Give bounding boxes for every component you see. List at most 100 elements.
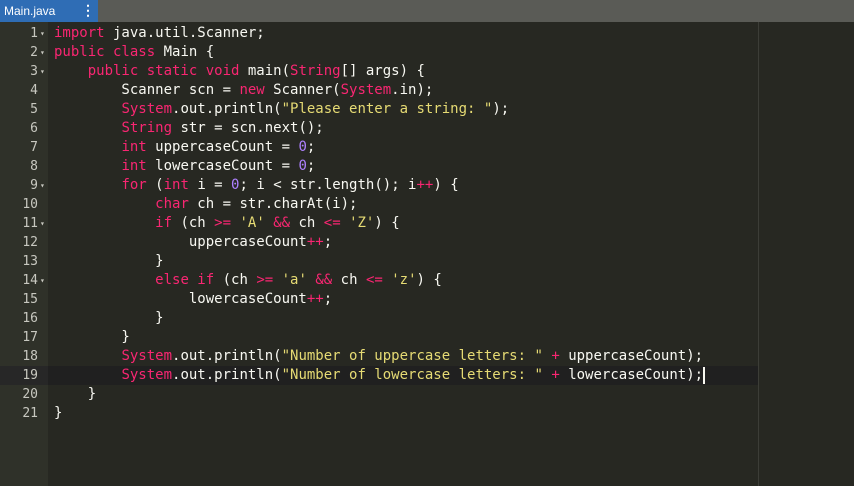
text-cursor	[703, 367, 706, 384]
code-line[interactable]: 6 String str = scn.next();	[0, 119, 854, 138]
code-line[interactable]: 16 }	[0, 309, 854, 328]
code-line[interactable]: 5 System.out.println("Please enter a str…	[0, 100, 854, 119]
line-number: 14 ▾	[0, 271, 48, 290]
code-line[interactable]: 10 char ch = str.charAt(i);	[0, 195, 854, 214]
line-number: 15	[0, 290, 48, 309]
code-token: >=	[214, 215, 232, 231]
code-lines[interactable]: 1 ▾ import java.util.Scanner; 2 ▾ public clas…	[0, 24, 854, 423]
code-line[interactable]: 7 int uppercaseCount = 0;	[0, 138, 854, 157]
code-token: String	[121, 120, 173, 136]
code-text[interactable]: String str = scn.next();	[54, 119, 323, 138]
line-number-text: 9	[30, 178, 38, 193]
code-token: public static void	[87, 63, 240, 79]
code-token: System	[121, 367, 173, 383]
line-number: 4	[0, 81, 48, 100]
code-line[interactable]: 17 }	[0, 328, 854, 347]
code-token: ) {	[374, 215, 400, 231]
code-line[interactable]: 12 uppercaseCount++;	[0, 233, 854, 252]
line-number-text: 14	[22, 273, 38, 288]
code-token: for	[121, 177, 147, 193]
code-line[interactable]: 2 ▾ public class Main {	[0, 43, 854, 62]
code-text[interactable]: else if (ch >= 'a' && ch <= 'z') {	[54, 271, 442, 290]
line-number-text: 16	[22, 311, 38, 326]
code-text[interactable]: int uppercaseCount = 0;	[54, 138, 315, 157]
code-text[interactable]: }	[54, 309, 163, 328]
fold-arrow-icon[interactable]: ▾	[40, 271, 45, 290]
code-token: 'Z'	[349, 215, 375, 231]
code-text[interactable]: lowercaseCount++;	[54, 290, 332, 309]
code-text[interactable]: System.out.println("Number of lowercase …	[54, 366, 706, 385]
code-token: System	[121, 348, 173, 364]
fold-arrow-icon[interactable]: ▾	[40, 43, 45, 62]
code-line[interactable]: 18 System.out.println("Number of upperca…	[0, 347, 854, 366]
code-token: }	[54, 386, 97, 402]
code-token: Scanner scn =	[54, 82, 240, 98]
code-token: .out.println(	[172, 348, 282, 364]
code-token: (ch	[214, 272, 257, 288]
code-token: char	[155, 196, 189, 212]
code-text[interactable]: Scanner scn = new Scanner(System.in);	[54, 81, 433, 100]
code-token: String	[290, 63, 341, 79]
code-token: "Please enter a string: "	[281, 101, 493, 117]
code-text[interactable]: System.out.println("Number of uppercase …	[54, 347, 703, 366]
code-text[interactable]: }	[54, 252, 163, 271]
line-number: 16	[0, 309, 48, 328]
code-line[interactable]: 3 ▾ public static void main(String[] args…	[0, 62, 854, 81]
line-number-text: 8	[30, 159, 38, 174]
code-line[interactable]: 20 }	[0, 385, 854, 404]
code-token: }	[54, 329, 130, 345]
code-text[interactable]: System.out.println("Please enter a strin…	[54, 100, 509, 119]
line-number-text: 4	[30, 83, 38, 98]
fold-arrow-icon[interactable]: ▾	[40, 24, 45, 43]
more-vertical-icon[interactable]: ⋮	[78, 0, 98, 22]
fold-arrow-icon[interactable]: ▾	[40, 214, 45, 233]
code-text[interactable]: if (ch >= 'A' && ch <= 'Z') {	[54, 214, 400, 233]
code-token: import	[54, 25, 105, 41]
code-text[interactable]: }	[54, 404, 62, 423]
code-token: ++	[416, 177, 434, 193]
code-line[interactable]: 1 ▾ import java.util.Scanner;	[0, 24, 854, 43]
code-line[interactable]: 9 ▾ for (int i = 0; i < str.length(); i++…	[0, 176, 854, 195]
code-token: (ch	[172, 215, 215, 231]
code-line[interactable]: 19 System.out.println("Number of lowerca…	[0, 366, 854, 385]
code-token: uppercaseCount);	[559, 348, 704, 364]
fold-arrow-icon[interactable]: ▾	[40, 176, 45, 195]
code-line[interactable]: 15 lowercaseCount++;	[0, 290, 854, 309]
code-token: 0	[298, 139, 307, 155]
code-text[interactable]: public static void main(String[] args) {	[54, 62, 425, 81]
code-line[interactable]: 21}	[0, 404, 854, 423]
code-token: lowercaseCount =	[146, 158, 299, 174]
code-token: );	[492, 101, 510, 117]
code-line[interactable]: 14 ▾ else if (ch >= 'a' && ch <= 'z') {	[0, 271, 854, 290]
code-token: 0	[298, 158, 307, 174]
fold-arrow-icon[interactable]: ▾	[40, 62, 45, 81]
line-number-text: 1	[30, 26, 38, 41]
code-token: ch	[332, 272, 366, 288]
code-text[interactable]: }	[54, 328, 130, 347]
code-token: ch = str.charAt(i);	[188, 196, 358, 212]
code-text[interactable]: int lowercaseCount = 0;	[54, 157, 315, 176]
code-line[interactable]: 13 }	[0, 252, 854, 271]
line-number-text: 18	[22, 349, 38, 364]
code-token: ++	[306, 234, 324, 250]
code-token: if	[155, 215, 173, 231]
code-text[interactable]: char ch = str.charAt(i);	[54, 195, 357, 214]
code-text[interactable]: uppercaseCount++;	[54, 233, 332, 252]
code-token: new	[239, 82, 265, 98]
code-text[interactable]: for (int i = 0; i < str.length(); i++) {	[54, 176, 458, 195]
code-editor[interactable]: 1 ▾ import java.util.Scanner; 2 ▾ public clas…	[0, 22, 854, 486]
code-text[interactable]: public class Main {	[54, 43, 214, 62]
tab-main-java[interactable]: Main.java ⋮	[0, 0, 98, 22]
code-token: <=	[365, 272, 383, 288]
code-text[interactable]: }	[54, 385, 96, 404]
code-token: lowercaseCount	[54, 291, 307, 307]
line-number-text: 2	[30, 45, 38, 60]
code-text[interactable]: import java.util.Scanner;	[54, 24, 265, 43]
code-line[interactable]: 8 int lowercaseCount = 0;	[0, 157, 854, 176]
code-line[interactable]: 4 Scanner scn = new Scanner(System.in);	[0, 81, 854, 100]
code-line[interactable]: 11 ▾ if (ch >= 'A' && ch <= 'Z') {	[0, 214, 854, 233]
